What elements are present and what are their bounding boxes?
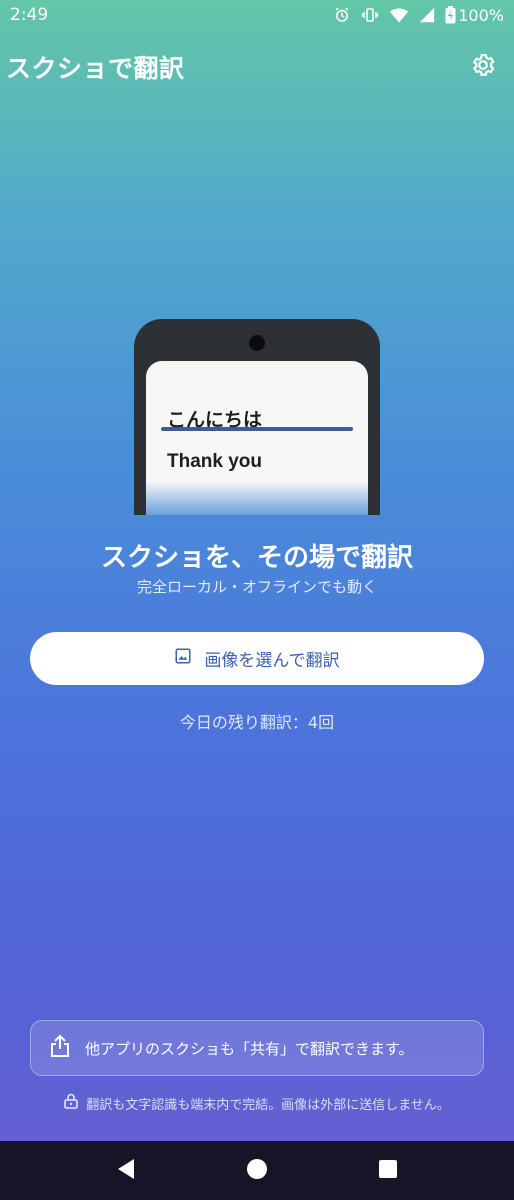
status-time: 2:49 [10,5,49,25]
privacy-note: 翻訳も文字認識も端末内で完結。画像は外部に送信しません。 [0,1093,514,1113]
scan-line [161,427,353,431]
share-hint-card: 他アプリのスクショも「共有」で翻訳できます。 [30,1020,484,1076]
share-icon [49,1034,71,1062]
image-icon [174,647,192,670]
select-image-button[interactable]: 画像を選んで翻訳 [30,632,484,685]
screen-fade [146,481,368,515]
battery-percent: 100% [458,5,504,25]
back-icon [116,1158,136,1184]
recents-button[interactable] [368,1151,408,1191]
alarm-icon [333,6,351,24]
recents-icon [378,1159,398,1183]
illustration-english-text: Thank you [167,451,263,472]
privacy-note-text: 翻訳も文字認識も端末内で完結。画像は外部に送信しません。 [86,1097,450,1113]
status-bar: 2:49 100% [0,0,514,30]
home-button[interactable] [237,1151,277,1191]
hero-headline: スクショを、その場で翻訳 [100,543,413,573]
system-nav-bar [0,1141,514,1200]
hero-subheadline: 完全ローカル・オフラインでも動く [136,578,377,596]
gear-icon [470,52,496,82]
back-button[interactable] [106,1151,146,1191]
wifi-icon [389,6,409,24]
app-bar: スクショで翻訳 [0,42,514,92]
battery-indicator: 100% [445,6,504,25]
vibrate-icon [361,6,379,24]
phone-screen: こんにちは Thank you [146,361,368,515]
phone-camera [249,335,265,351]
share-hint-text: 他アプリのスクショも「共有」で翻訳できます。 [85,1039,414,1058]
phone-illustration: こんにちは Thank you [134,319,380,515]
status-icons: 100% [333,6,504,25]
signal-icon [419,7,435,23]
remaining-translations: 今日の残り翻訳：4回 [179,713,335,732]
settings-button[interactable] [468,52,498,82]
battery-icon [445,6,456,24]
select-image-label: 画像を選んで翻訳 [204,651,340,671]
app-title: スクショで翻訳 [6,54,185,83]
lock-icon [64,1093,78,1113]
home-icon [246,1158,268,1184]
